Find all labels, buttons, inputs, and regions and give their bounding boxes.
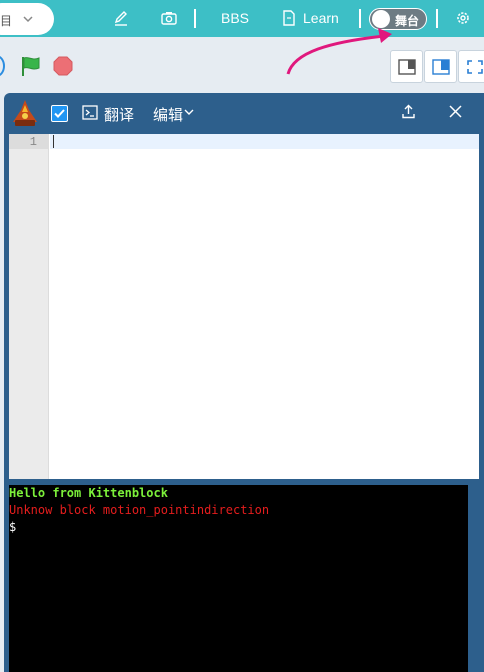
translate-menu[interactable]: 翻译 xyxy=(104,104,134,125)
active-line-highlight xyxy=(50,134,479,149)
sprite-select-dropdown[interactable]: 目 xyxy=(0,3,54,35)
toolbar-divider xyxy=(436,9,438,28)
annotation-arrow-icon xyxy=(286,28,392,75)
close-icon[interactable] xyxy=(448,104,463,119)
select-glyph: 目 xyxy=(0,14,13,28)
bbs-link[interactable]: BBS xyxy=(221,10,249,26)
kittenblock-logo-icon xyxy=(13,100,37,126)
python-editor-dialog: 翻译 编辑 1 Hello from Kittenblock Unknow bl… xyxy=(4,93,484,672)
output-terminal[interactable]: Hello from Kittenblock Unknow block moti… xyxy=(9,485,468,672)
small-stage-icon xyxy=(398,59,416,75)
terminal-line: Unknow block motion_pointindirection xyxy=(9,503,270,517)
fullscreen-icon xyxy=(467,60,483,74)
terminal-prompt: $ xyxy=(9,520,17,534)
green-flag-icon[interactable] xyxy=(20,55,42,77)
chevron-down-icon[interactable] xyxy=(184,107,194,117)
fullscreen-button[interactable] xyxy=(458,50,484,83)
text-cursor xyxy=(53,135,54,148)
large-stage-icon xyxy=(432,59,450,75)
terminal-line: Hello from Kittenblock xyxy=(9,486,168,500)
edit-menu[interactable]: 编辑 xyxy=(153,104,183,125)
enable-checkbox[interactable] xyxy=(51,105,68,122)
upload-icon[interactable] xyxy=(401,104,416,119)
gear-icon[interactable] xyxy=(454,9,472,27)
code-editor[interactable]: 1 xyxy=(9,134,479,479)
edit-pencil-icon[interactable] xyxy=(112,9,130,27)
line-number: 1 xyxy=(29,135,37,149)
dialog-header: 翻译 编辑 xyxy=(4,93,484,134)
chevron-down-icon xyxy=(23,16,33,23)
stop-icon[interactable] xyxy=(53,56,73,76)
line-gutter: 1 xyxy=(9,134,49,479)
large-stage-button[interactable] xyxy=(424,50,457,83)
terminal-icon[interactable] xyxy=(82,105,98,120)
camera-icon[interactable] xyxy=(160,9,178,27)
toolbar-divider xyxy=(194,9,196,28)
checkmark-icon xyxy=(54,109,65,118)
top-menu-bar: 目 BBS Learn 舞台 xyxy=(0,0,484,37)
